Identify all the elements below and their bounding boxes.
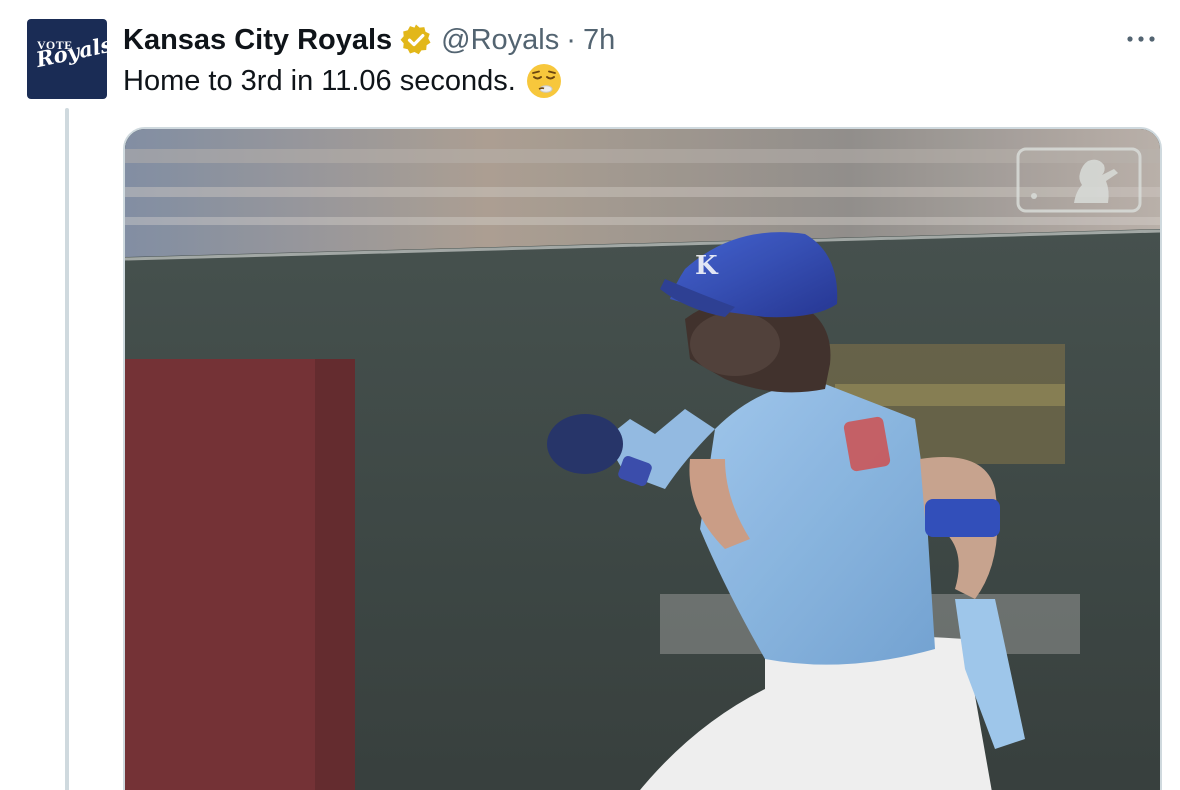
tweet-header: Kansas City Royals @Royals · 7h [123, 20, 615, 60]
relieved-face-emoji-icon [525, 62, 563, 100]
video-frame: K [125, 129, 1160, 790]
timestamp[interactable]: 7h [583, 24, 615, 57]
separator-dot: · [566, 23, 576, 56]
tweet-video[interactable]: K [123, 127, 1162, 790]
more-options-icon[interactable] [1124, 26, 1158, 52]
thread-line [65, 108, 69, 790]
handle[interactable]: @Royals [441, 24, 559, 57]
tweet-text: Home to 3rd in 11.06 seconds. [123, 62, 563, 100]
mlb-logo-icon [1016, 147, 1142, 213]
display-name[interactable]: Kansas City Royals [123, 24, 392, 57]
avatar[interactable]: VOTE Royals [27, 19, 107, 99]
verified-badge-icon[interactable] [399, 23, 433, 57]
tweet-card[interactable]: VOTE Royals Kansas City Royals @Royals ·… [0, 0, 1180, 790]
tweet-text-content: Home to 3rd in 11.06 seconds. [123, 64, 516, 97]
